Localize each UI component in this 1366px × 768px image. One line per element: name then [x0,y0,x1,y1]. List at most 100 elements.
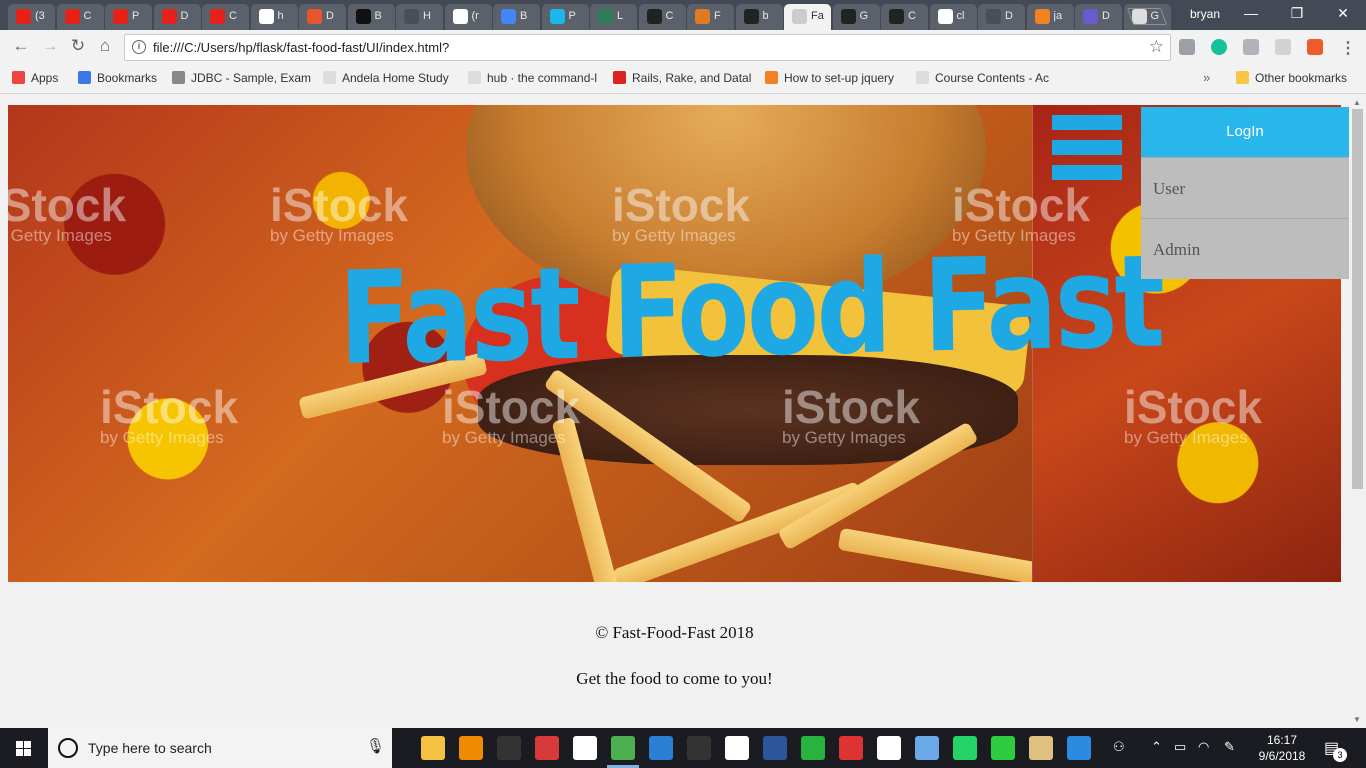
bookmark-item[interactable]: Andela Home Study [323,71,458,85]
wifi-icon[interactable]: ◠ [1198,739,1209,755]
browser-tab[interactable]: D [978,4,1025,30]
tab-title: G [859,10,869,22]
browser-tab[interactable]: D [1075,4,1122,30]
new-tab-button[interactable] [1126,8,1168,25]
tab-title: D [326,10,334,22]
browser-tab[interactable]: C [638,4,686,30]
menu-item-admin[interactable]: Admin [1141,218,1349,279]
browser-tab[interactable]: P [541,4,589,30]
bookmark-item[interactable]: Rails, Rake, and Datal [613,71,753,85]
bookmark-item[interactable]: JDBC - Sample, Exam [172,71,312,85]
scrollbar-thumb[interactable] [1352,109,1363,489]
forward-arrow-icon[interactable]: → [38,36,62,56]
vlc-icon[interactable] [459,736,483,760]
slack-icon[interactable] [725,736,749,760]
vscode-icon[interactable] [649,736,673,760]
browser-tab[interactable]: B [493,4,540,30]
extension-icon[interactable] [1307,39,1323,55]
hamburger-menu-icon[interactable] [1052,115,1122,181]
browser-tab[interactable]: B [347,4,395,30]
extension-mail-icon[interactable] [1179,39,1195,55]
browser-tab[interactable]: L [590,4,637,30]
back-arrow-icon[interactable]: ← [9,36,33,56]
browser-tab[interactable]: F [687,4,734,30]
bookmark-item[interactable]: Other bookmarks [1236,71,1361,85]
minimize-button[interactable]: — [1228,5,1274,21]
browser-tab[interactable]: D [299,4,346,30]
menu-item-user[interactable]: User [1141,157,1349,218]
whatsapp-icon[interactable] [953,736,977,760]
grammarly-icon[interactable] [1211,39,1227,55]
display-icon[interactable] [915,736,939,760]
info-icon[interactable]: i [132,40,146,54]
browser-tab[interactable]: (r [444,4,492,30]
restore-button[interactable]: ❐ [1274,5,1320,22]
chevron-up-icon[interactable]: ⌃ [1151,739,1162,755]
browser-tab[interactable]: b [735,4,783,30]
browser-tab[interactable]: C [881,4,928,30]
help-icon[interactable] [1067,736,1091,760]
system-clock[interactable]: 16:17 9/6/2018 [1256,732,1308,764]
paint-icon[interactable] [1029,736,1053,760]
file-explorer-icon[interactable] [421,736,445,760]
page-scrollbar[interactable]: ▲ ▼ [1349,95,1366,727]
youtube-icon [210,9,225,24]
browser-tab[interactable]: (3 [8,4,55,30]
clock-time: 16:17 [1266,733,1298,747]
scroll-up-icon[interactable]: ▲ [1353,98,1361,107]
browser-tab[interactable]: ja [1026,4,1074,30]
browser-tab[interactable]: G [832,4,880,30]
browser-tab[interactable]: h [250,4,298,30]
terminal-icon[interactable] [687,736,711,760]
browser-tab[interactable]: C [202,4,249,30]
people-icon[interactable]: ⚇ [1113,739,1125,755]
start-button[interactable] [0,728,48,768]
extension-page-icon[interactable] [1243,39,1259,55]
bookmark-label: Rails, Rake, and Datal [632,71,752,85]
home-icon[interactable]: ⌂ [93,36,117,56]
browser-tab[interactable]: P [105,4,152,30]
tab-title: (3 [35,10,45,22]
tab-title: B [520,10,528,22]
reload-icon[interactable]: ↻ [66,36,90,56]
login-button[interactable]: LogIn [1141,107,1349,157]
browser-tab[interactable]: H [396,4,443,30]
app-icon[interactable] [535,736,559,760]
terminal-icon[interactable] [497,736,521,760]
bookmark-label: JDBC - Sample, Exam [191,71,312,85]
pen-icon[interactable]: ✎ [1224,739,1235,755]
browser-tab[interactable]: Fa [784,4,831,30]
tab-title: (r [471,10,479,22]
word-icon[interactable] [763,736,787,760]
browser-tab[interactable]: cl [929,4,977,30]
bookmark-star-icon[interactable]: ☆ [1149,37,1164,57]
bookmark-item[interactable]: How to set-up jquery [765,71,905,85]
chrome-icon[interactable] [611,736,635,760]
tab-title: P [132,10,140,22]
bookmark-item[interactable]: Bookmarks [78,71,163,85]
address-url[interactable]: file:///C:/Users/hp/flask/fast-food-fast… [153,40,449,55]
extension-arrow-icon[interactable] [1275,39,1291,55]
bookmark-item[interactable]: Course Contents - Ac [916,71,1051,85]
taskbar-search[interactable]: Type here to search 🎙 [48,728,392,768]
app-icon[interactable] [839,736,863,760]
browser-tab[interactable]: C [56,4,104,30]
close-window-button[interactable]: ✕ [1320,5,1366,22]
battery-icon[interactable]: ▭ [1174,739,1186,755]
sticky-notes-icon[interactable] [573,736,597,760]
scroll-down-icon[interactable]: ▼ [1353,715,1361,724]
microphone-icon[interactable]: 🎙 [366,737,385,755]
browser-menu-icon[interactable]: ⋮ [1340,38,1356,58]
git-icon[interactable] [991,736,1015,760]
profile-name[interactable]: bryan [1190,7,1220,21]
address-bar[interactable]: i file:///C:/Users/hp/flask/fast-food-fa… [124,34,1171,61]
browser-tab[interactable]: D [153,4,201,30]
bookmark-item[interactable]: Apps [12,71,72,85]
bookmark-item[interactable]: hub · the command-l [468,71,603,85]
emoji-icon[interactable] [877,736,901,760]
taskbar-search-placeholder[interactable]: Type here to search [88,740,212,756]
watermark: iStockby Getty Images [270,179,409,245]
bookmark-label: Apps [31,71,59,85]
bookmarks-overflow-icon[interactable]: » [1203,70,1210,85]
refresh-icon[interactable] [801,736,825,760]
